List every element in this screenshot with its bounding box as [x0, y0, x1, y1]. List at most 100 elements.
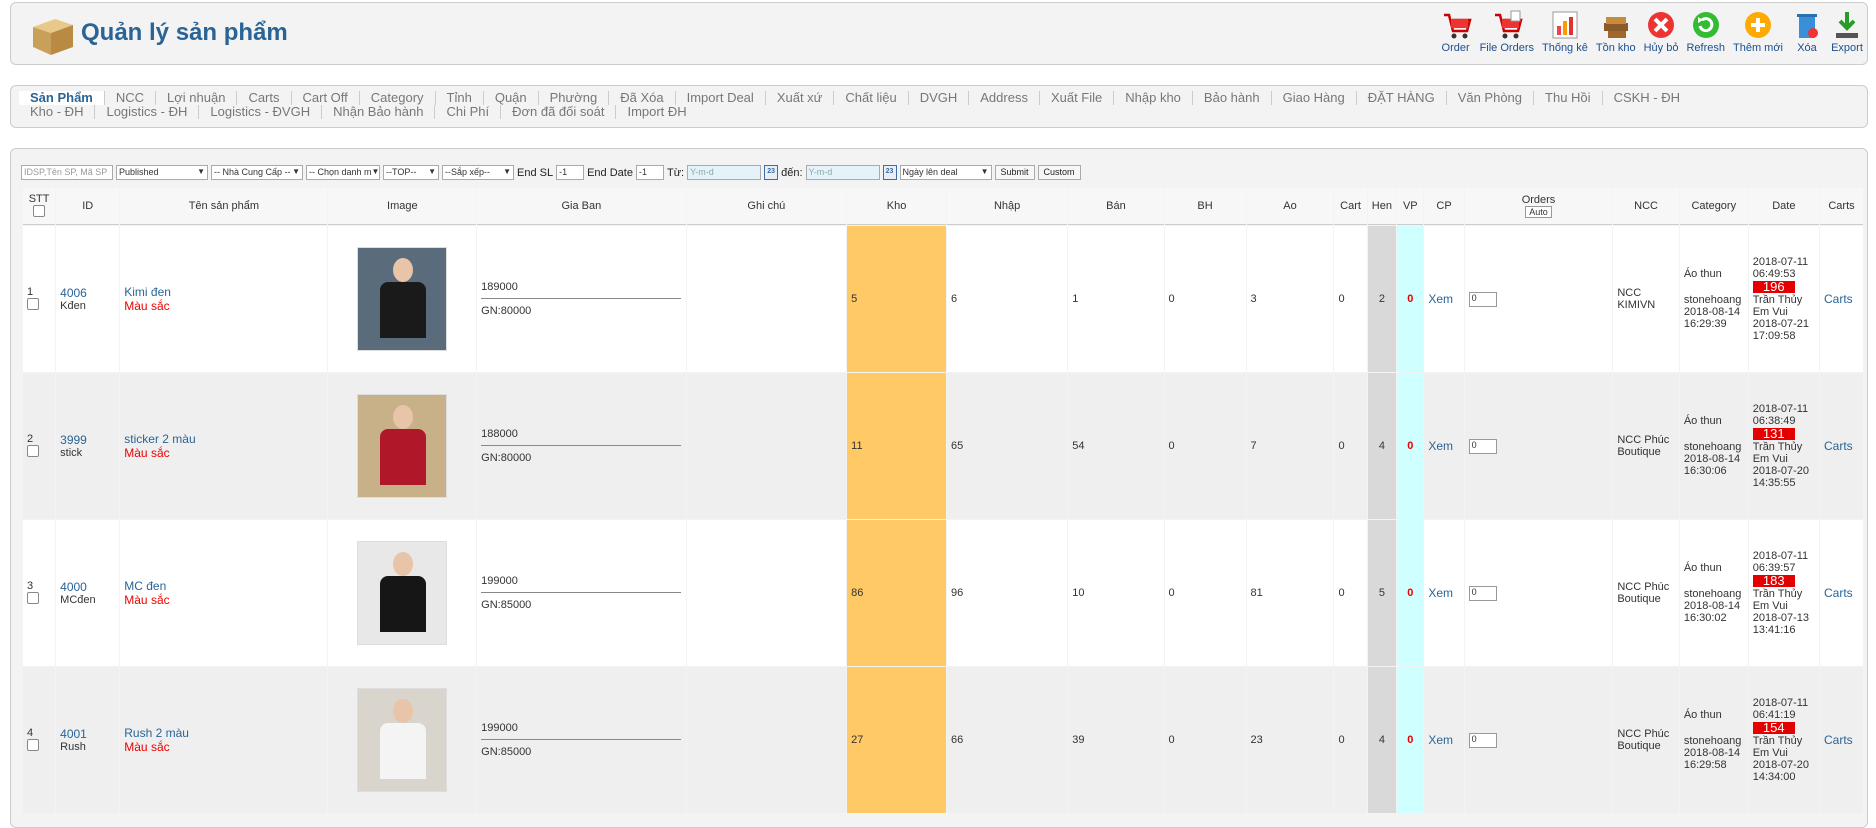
product-name-link[interactable]: Rush 2 màu	[124, 726, 323, 740]
product-name-link[interactable]: sticker 2 màu	[124, 432, 323, 446]
nav-tab[interactable]: Thu Hồi	[1534, 91, 1603, 105]
days-badge: 196	[1752, 280, 1795, 293]
nav-tab[interactable]: Category	[360, 91, 436, 105]
product-id-link[interactable]: 4001	[60, 727, 115, 741]
table-cell: 96	[946, 520, 1068, 666]
color-link[interactable]: Màu sắc	[124, 299, 323, 313]
nav-tab[interactable]: Chất liệu	[834, 91, 909, 105]
cancel-button[interactable]: Hủy bỏ	[1644, 9, 1678, 54]
nav-tab[interactable]: Chi Phí	[435, 105, 502, 119]
nav-tab[interactable]: Văn Phòng	[1447, 91, 1535, 105]
category-select[interactable]: -- Chọn danh m ▼	[306, 165, 380, 180]
end-date-input[interactable]: -1	[635, 165, 664, 180]
color-link[interactable]: Màu sắc	[124, 740, 323, 754]
product-image[interactable]	[357, 688, 448, 792]
nav-tab[interactable]: Carts	[237, 91, 292, 105]
calendar-icon[interactable]: 23	[882, 165, 897, 180]
nav-tab[interactable]: DVGH	[909, 91, 970, 105]
row-checkbox[interactable]	[27, 297, 39, 310]
nav-tab[interactable]: Cart Off	[292, 91, 360, 105]
trash-button[interactable]: Xóa	[1791, 9, 1823, 54]
color-link[interactable]: Màu sắc	[124, 446, 323, 460]
refresh-button[interactable]: Refresh	[1686, 9, 1725, 54]
carts-link[interactable]: Carts	[1824, 439, 1853, 453]
row-checkbox[interactable]	[27, 591, 39, 604]
column-header: STT	[23, 188, 56, 225]
nav-tab[interactable]: Xuất File	[1040, 91, 1115, 105]
cart-file-button[interactable]: File Orders	[1480, 9, 1534, 54]
table-cell: 2018-07-11 06:49:53 196 Trần Thủy Em Vui 20…	[1748, 226, 1819, 372]
nav-tab[interactable]: ĐẶT HÀNG	[1357, 91, 1447, 105]
chart-icon	[1552, 11, 1578, 39]
add-button[interactable]: Thêm mới	[1733, 9, 1783, 54]
boxes-button[interactable]: Tồn kho	[1596, 9, 1636, 54]
orders-input[interactable]: 0	[1468, 732, 1497, 748]
nav-tab[interactable]: Phường	[539, 91, 610, 105]
view-link[interactable]: Xem	[1428, 586, 1453, 600]
product-image[interactable]	[357, 247, 448, 351]
calendar-icon[interactable]: 23	[764, 165, 779, 180]
select-all-checkbox[interactable]	[33, 204, 46, 217]
export-button[interactable]: Export	[1831, 9, 1863, 54]
nav-tab[interactable]: Kho - ĐH	[19, 105, 96, 119]
view-link[interactable]: Xem	[1428, 733, 1453, 747]
nav-tab[interactable]: Logistics - ĐH	[95, 105, 200, 119]
product-name-link[interactable]: MC đen	[124, 579, 323, 593]
color-link[interactable]: Màu sắc	[124, 593, 323, 607]
table-cell: 2018-07-11 06:39:57 183 Trần Thủy Em Vui 20…	[1748, 520, 1819, 666]
sort-select[interactable]: --Sắp xếp-- ▼	[442, 165, 514, 180]
nav-tab[interactable]: Nhập kho	[1114, 91, 1193, 105]
product-image[interactable]	[357, 394, 448, 498]
from-date-input[interactable]: Y-m-d	[687, 165, 762, 180]
table-cell: Xem	[1424, 520, 1464, 666]
custom-button[interactable]: Custom	[1037, 165, 1081, 180]
nav-tab[interactable]: Import ĐH	[616, 105, 697, 119]
orders-auto-button[interactable]: Auto	[1525, 206, 1552, 218]
nav-tab[interactable]: Đã Xóa	[609, 91, 676, 105]
view-link[interactable]: Xem	[1428, 439, 1453, 453]
supplier-select[interactable]: -- Nhà Cung Cấp -- ▼	[211, 165, 303, 180]
nav-tab[interactable]: Xuất xứ	[766, 91, 835, 105]
row-checkbox[interactable]	[27, 738, 39, 751]
submit-button[interactable]: Submit	[994, 165, 1035, 180]
orders-input[interactable]: 0	[1468, 438, 1497, 454]
search-input[interactable]: IDSP,Tên SP, Mã SP	[21, 165, 113, 180]
nav-tab[interactable]: Bảo hành	[1193, 91, 1272, 105]
nav-tab[interactable]: Giao Hàng	[1272, 91, 1357, 105]
orders-input[interactable]: 0	[1468, 585, 1497, 601]
nav-tab[interactable]: Quận	[484, 91, 539, 105]
deal-date: 2018-07-11 06:39:57	[1752, 550, 1809, 574]
carts-link[interactable]: Carts	[1824, 733, 1853, 747]
nav-tab[interactable]: Đơn đã đối soát	[501, 105, 617, 119]
nav-tab[interactable]: Address	[969, 91, 1040, 105]
cart-button[interactable]: Order	[1440, 9, 1472, 54]
top-select[interactable]: --TOP-- ▼	[383, 165, 439, 180]
end-sl-input[interactable]: -1	[556, 165, 585, 180]
carts-link[interactable]: Carts	[1824, 586, 1853, 600]
view-link[interactable]: Xem	[1428, 292, 1453, 306]
nav-tab[interactable]: Import Deal	[676, 91, 766, 105]
carts-link[interactable]: Carts	[1824, 292, 1853, 306]
product-name-link[interactable]: Kimi đen	[124, 285, 323, 299]
orders-input[interactable]: 0	[1468, 291, 1497, 307]
nav-tab[interactable]: Nhận Bảo hành	[322, 105, 436, 119]
nav-tab[interactable]: CSKH - ĐH	[1603, 91, 1691, 105]
nav-tab[interactable]: NCC	[105, 91, 157, 105]
date-type-select[interactable]: Ngày lên deal ▼	[899, 165, 992, 180]
warranty-value: 0	[1168, 734, 1175, 746]
product-id-link[interactable]: 4000	[60, 580, 115, 594]
to-date-input[interactable]: Y-m-d	[805, 165, 880, 180]
nav-tab[interactable]: Lợi nhuận	[156, 91, 238, 105]
row-checkbox[interactable]	[27, 444, 39, 457]
chart-button[interactable]: Thống kê	[1542, 9, 1588, 54]
supplier-name: NCC KIMIVN	[1617, 287, 1656, 311]
product-image[interactable]	[357, 541, 448, 645]
product-id-link[interactable]: 3999	[60, 433, 115, 447]
assigned-person: Trần Thủy Em Vui	[1752, 588, 1803, 612]
nav-tab[interactable]: Sản Phẩm	[19, 91, 105, 105]
product-id-link[interactable]: 4006	[60, 286, 115, 300]
nav-tab[interactable]: Logistics - ĐVGH	[199, 105, 323, 119]
nav-tab[interactable]: Tỉnh	[436, 91, 484, 105]
days-badge: 183	[1752, 574, 1795, 587]
status-select[interactable]: Published ▼	[116, 165, 208, 180]
